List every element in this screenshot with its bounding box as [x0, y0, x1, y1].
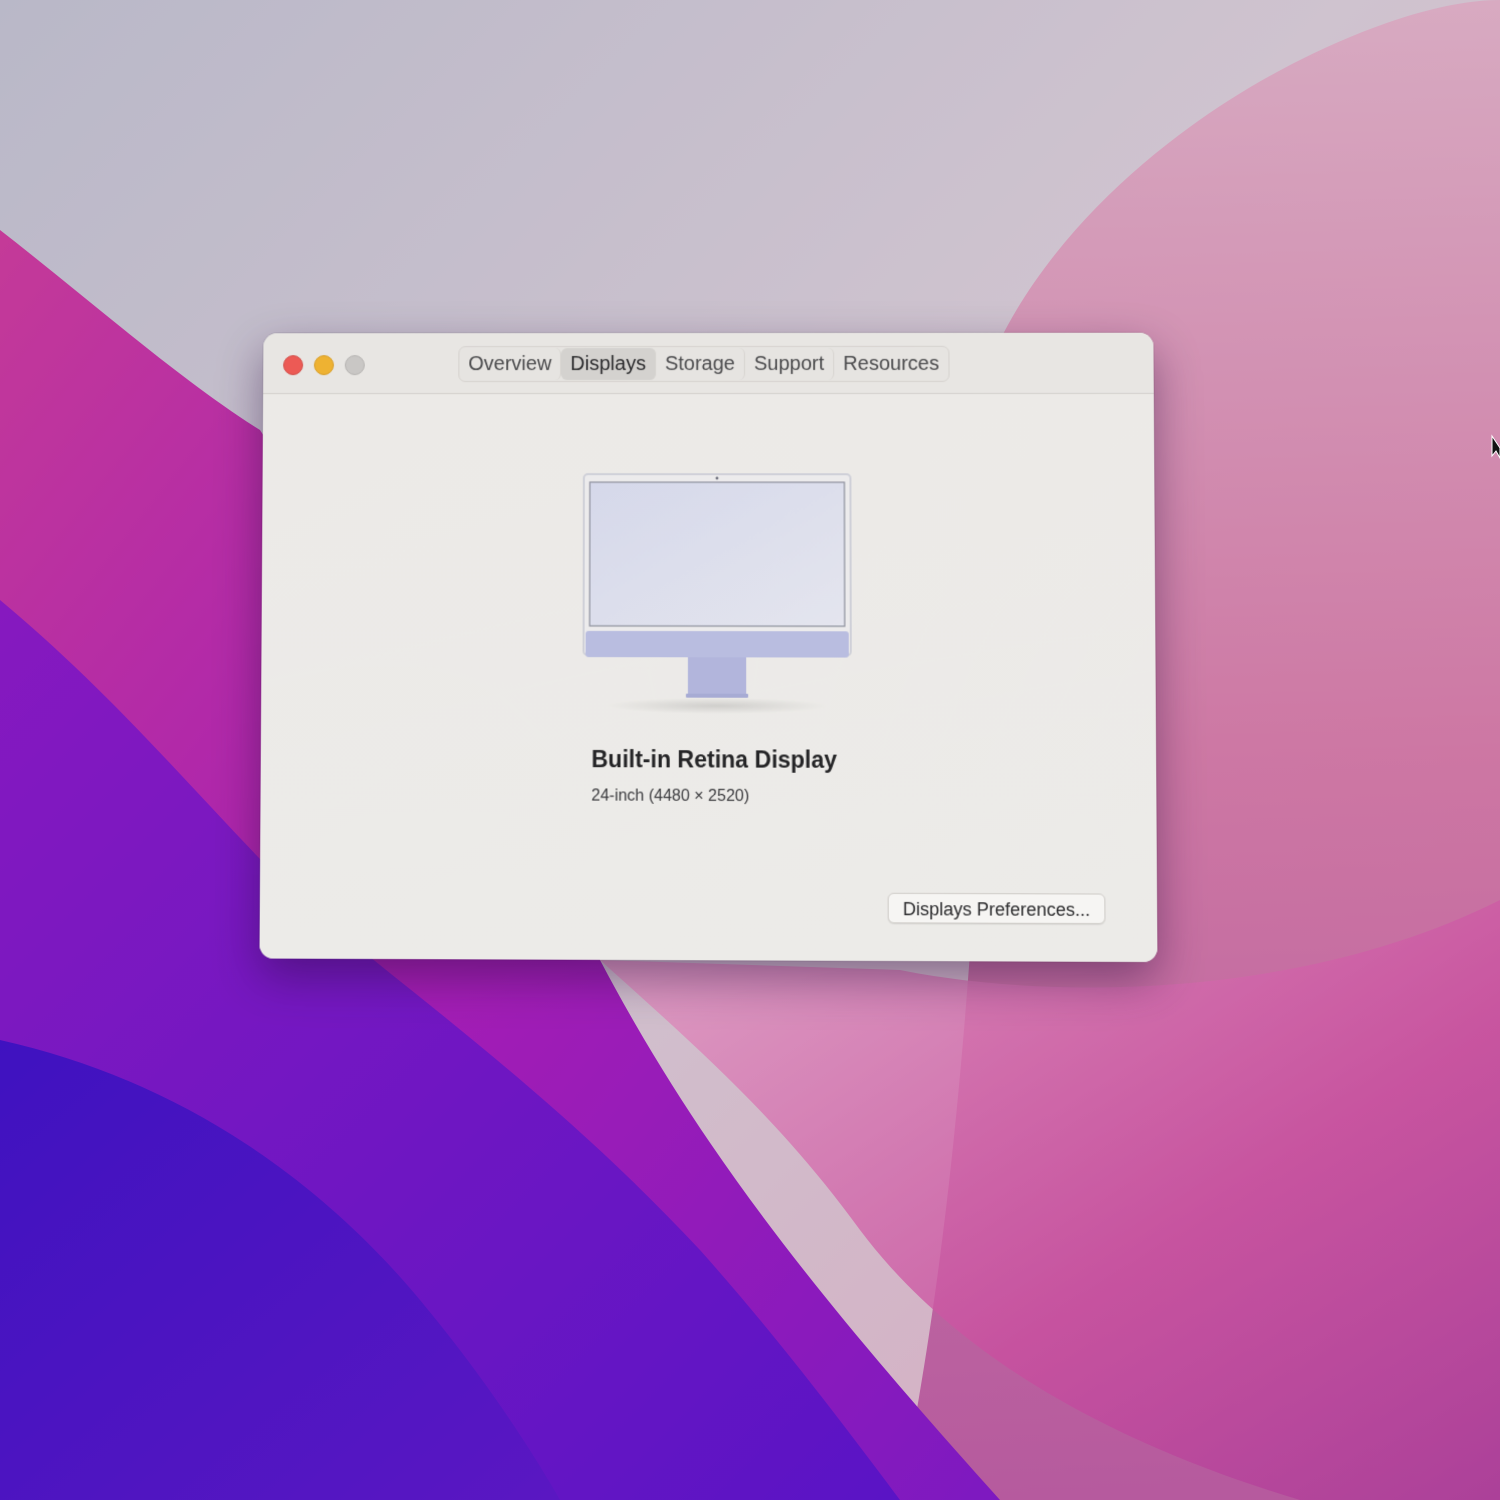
zoom-button[interactable]: [345, 355, 365, 375]
imac-monitor-icon: [581, 472, 853, 719]
tab-overview[interactable]: Overview: [459, 348, 561, 380]
tab-bar: Overview Displays Storage Support Resour…: [458, 346, 949, 382]
display-spec: 24-inch (4480 × 2520): [591, 787, 749, 806]
tab-resources[interactable]: Resources: [834, 348, 948, 380]
tab-displays[interactable]: Displays: [561, 348, 656, 380]
mouse-pointer-icon: [1490, 434, 1500, 460]
tab-storage[interactable]: Storage: [656, 348, 745, 380]
displays-preferences-button[interactable]: Displays Preferences...: [888, 893, 1106, 924]
display-name: Built-in Retina Display: [591, 746, 837, 774]
minimize-button[interactable]: [314, 355, 334, 375]
close-button[interactable]: [283, 355, 303, 375]
window-titlebar[interactable]: Overview Displays Storage Support Resour…: [263, 333, 1154, 394]
displays-panel: Built-in Retina Display 24-inch (4480 × …: [259, 394, 1157, 962]
tab-support[interactable]: Support: [745, 348, 834, 380]
about-this-mac-window: Overview Displays Storage Support Resour…: [259, 333, 1157, 962]
